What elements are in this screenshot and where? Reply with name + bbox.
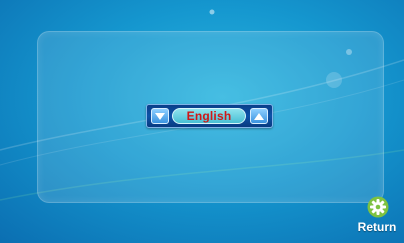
language-prev-button[interactable] — [151, 108, 169, 124]
language-value-display: English — [172, 108, 246, 124]
return-label: Return — [357, 220, 397, 234]
language-selector[interactable]: English — [146, 104, 273, 128]
triangle-down-icon — [155, 112, 165, 120]
gear-icon — [367, 196, 389, 218]
language-value: English — [186, 109, 232, 123]
triangle-up-icon — [254, 112, 264, 120]
screen-background: English Return — [0, 0, 404, 243]
return-button[interactable]: Return — [354, 196, 400, 240]
language-next-button[interactable] — [250, 108, 268, 124]
